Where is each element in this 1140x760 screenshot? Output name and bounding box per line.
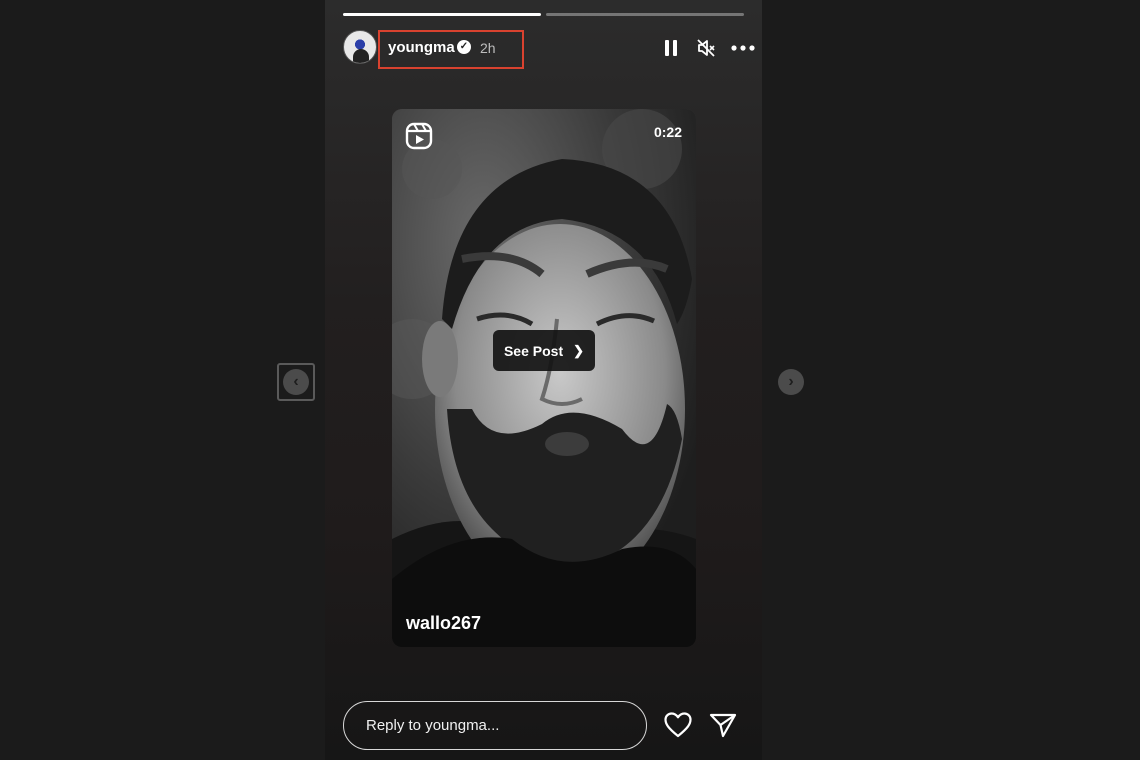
mute-icon [697, 39, 715, 57]
see-post-button[interactable]: See Post ❯ [493, 330, 595, 371]
like-button[interactable] [664, 712, 692, 738]
username-link[interactable]: youngma [388, 39, 455, 56]
see-post-label: See Post [503, 342, 564, 359]
progress-segment-1 [343, 13, 541, 16]
more-options-button[interactable] [731, 36, 755, 60]
reel-creator-username[interactable]: wallo267 [406, 613, 481, 634]
send-icon [709, 713, 737, 738]
reply-bar [343, 701, 744, 750]
progress-segment-2 [546, 13, 744, 16]
send-button[interactable] [709, 712, 737, 738]
shared-reel-card[interactable]: 0:22 See Post ❯ wallo267 [392, 109, 696, 647]
avatar[interactable] [343, 30, 377, 64]
video-duration: 0:22 [653, 124, 682, 140]
previous-story-button[interactable]: ‹ [283, 369, 309, 395]
more-icon [731, 45, 755, 51]
next-story-button[interactable]: › [778, 369, 804, 395]
reels-icon [405, 122, 433, 150]
chevron-right-icon: ❯ [573, 342, 585, 358]
verified-badge-icon: ✓ [457, 40, 471, 54]
pause-button[interactable] [659, 36, 683, 60]
heart-icon [664, 712, 692, 738]
reply-input[interactable] [343, 701, 647, 750]
story-viewer: youngma ✓ 2h 0:22 See Post ❯ wallo267 Re… [325, 0, 762, 760]
story-header: youngma ✓ 2h [343, 30, 755, 69]
story-progress-bars [343, 13, 744, 16]
mute-button[interactable] [694, 36, 718, 60]
reel-thumbnail [392, 109, 696, 647]
pause-icon [665, 40, 677, 56]
chevron-right-icon: › [788, 373, 794, 390]
chevron-left-icon: ‹ [293, 373, 299, 390]
story-timestamp: 2h [480, 40, 496, 56]
